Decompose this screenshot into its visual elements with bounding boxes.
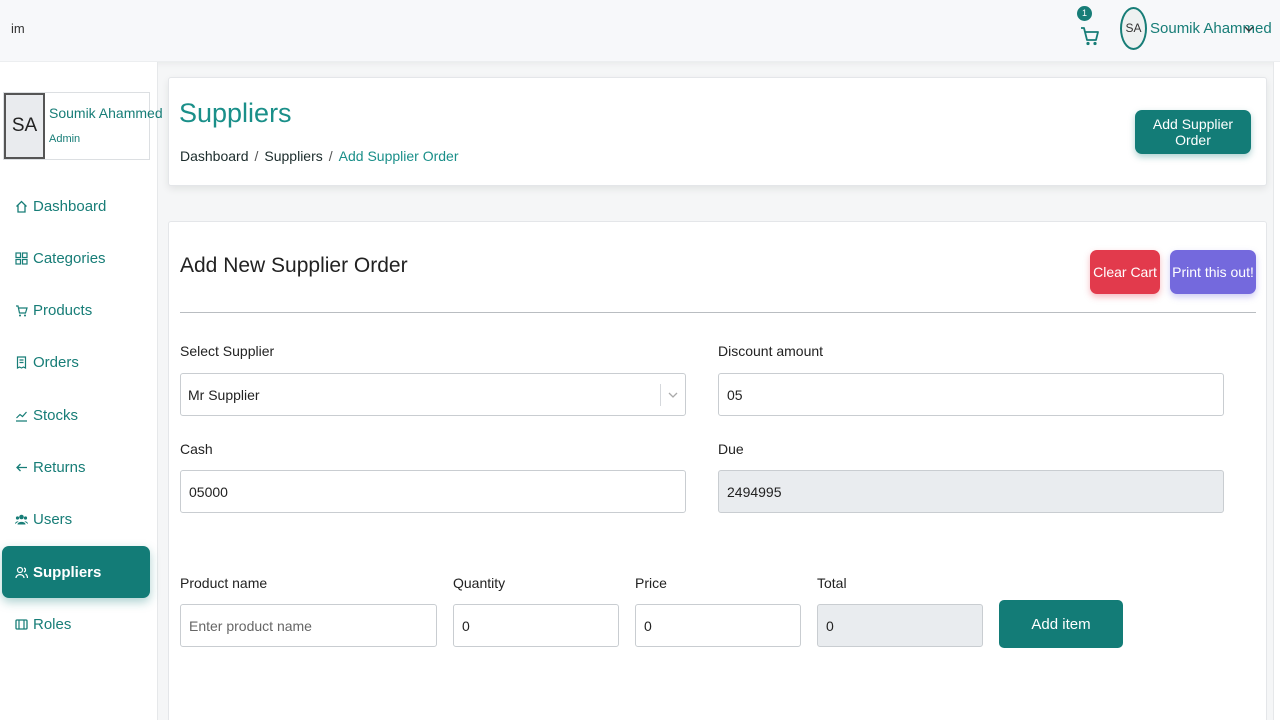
arrow-left-icon [16,463,27,471]
cart-icon [16,304,28,316]
product-name-input[interactable] [180,604,437,647]
sidebar-item-label: Products [33,301,93,319]
home-icon [16,200,27,213]
divider [180,312,1256,313]
page-title: Suppliers [179,98,292,128]
users-icon [15,514,28,524]
discount-label: Discount amount [718,343,824,359]
breadcrumb-dashboard[interactable]: Dashboard [180,148,249,164]
breadcrumb: Dashboard / Suppliers / Add Supplier Ord… [180,148,459,164]
discount-input[interactable] [718,373,1224,416]
supplier-select[interactable]: Mr Supplier [180,373,686,416]
breadcrumb-current: Add Supplier Order [338,148,459,164]
price-input[interactable] [635,604,801,647]
supplier-select-value: Mr Supplier [188,387,260,403]
select-separator [660,384,661,406]
add-item-button[interactable]: Add item [999,600,1123,648]
cash-input[interactable] [180,470,686,513]
profile-name: Soumik Ahammed [49,105,163,121]
breadcrumb-separator: / [254,148,259,164]
chevron-down-icon[interactable] [1243,20,1255,38]
sidebar-item-returns[interactable]: Returns [2,441,150,493]
print-button[interactable]: Print this out! [1170,250,1256,294]
breadcrumb-separator: / [328,148,333,164]
chart-line-icon [16,411,27,422]
sidebar-item-label: Orders [33,353,79,371]
due-input [718,470,1224,513]
quantity-input[interactable] [453,604,619,647]
sidebar-item-products[interactable]: Products [2,284,150,336]
sidebar-item-label: Users [33,510,73,528]
sidebar-item-label: Dashboard [33,197,107,215]
cart-button[interactable]: 1 [1076,6,1102,48]
avatar: SA [4,93,45,159]
clear-cart-button[interactable]: Clear Cart [1090,250,1160,294]
price-label: Price [635,575,667,591]
product-name-label: Product name [180,575,268,591]
breadcrumb-suppliers[interactable]: Suppliers [264,148,322,164]
sidebar-item-dashboard[interactable]: Dashboard [2,180,150,232]
sidebar-item-label: Stocks [33,406,79,424]
quantity-label: Quantity [453,575,506,591]
top-navbar: im 1 SA Soumik Ahammed [0,0,1280,62]
profile-role: Admin [49,133,81,145]
sidebar-item-label: Roles [33,615,72,633]
sidebar-item-label: Returns [33,458,86,476]
form-title: Add New Supplier Order [180,254,408,277]
chevron-down-icon [668,392,678,398]
add-supplier-order-button[interactable]: Add Supplier Order [1135,110,1251,154]
sidebar-item-categories[interactable]: Categories [2,232,150,284]
due-label: Due [718,441,744,457]
scrollbar[interactable] [1273,62,1280,720]
sidebar-item-label: Suppliers [33,563,102,581]
sidebar-item-stocks[interactable]: Stocks [2,389,150,441]
page-header-card: Suppliers Dashboard / Suppliers / Add Su… [168,77,1267,186]
roles-icon [15,618,28,630]
sidebar-item-label: Categories [33,249,106,267]
sidebar-item-roles[interactable]: Roles [2,598,150,650]
supplier-order-form: Add New Supplier Order Clear Cart Print … [168,221,1267,720]
receipt-icon [16,355,27,369]
total-input [817,604,983,647]
total-label: Total [817,575,847,591]
grid-icon [15,251,28,265]
cash-label: Cash [180,441,213,457]
sidebar-item-suppliers[interactable]: Suppliers [2,546,150,598]
cart-count-badge: 1 [1077,6,1092,21]
sidebar: SA Soumik Ahammed Admin Dashboard Catego… [0,62,163,720]
supplier-icon [15,566,28,578]
sidebar-item-users[interactable]: Users [2,493,150,545]
user-avatar[interactable]: SA [1120,7,1147,50]
sidebar-profile-card: SA Soumik Ahammed Admin [3,92,163,160]
sidebar-item-orders[interactable]: Orders [2,336,150,388]
supplier-label: Select Supplier [180,343,275,359]
app-logo[interactable]: im [11,21,25,36]
